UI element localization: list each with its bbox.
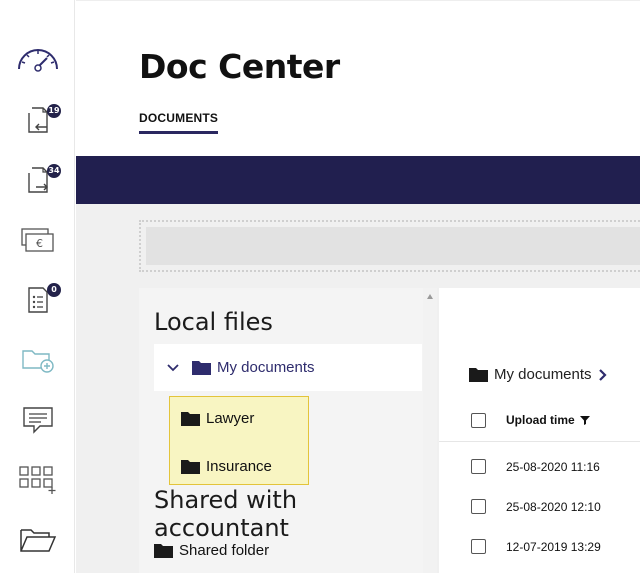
open-folder-icon [19, 529, 56, 552]
sidebar-item-dashboard[interactable] [0, 35, 75, 85]
tree-scrollbar[interactable] [423, 288, 437, 573]
row-checkbox[interactable] [471, 539, 486, 554]
sidebar-item-tasks[interactable]: 0 [0, 275, 75, 325]
sidebar-item-new-folder[interactable] [0, 335, 75, 385]
select-all-checkbox[interactable] [471, 413, 486, 428]
sidebar-item-files[interactable] [0, 515, 75, 565]
page-header: Doc Center DOCUMENTS [76, 0, 640, 156]
column-header-upload-time[interactable]: Upload time [506, 413, 590, 427]
tree-item-shared-folder[interactable]: Shared folder [154, 538, 269, 562]
breadcrumb[interactable]: My documents [469, 366, 608, 383]
upload-time-cell: 12-07-2019 13:29 [506, 540, 601, 554]
upload-time-cell: 25-08-2020 12:10 [506, 500, 601, 514]
dropzone-area [146, 227, 640, 265]
documents-panel: My documents Upload time 25-08-2020 11:1… [439, 288, 640, 573]
tree-item-insurance[interactable]: Insurance [181, 454, 272, 478]
add-grid-icon [18, 466, 55, 494]
row-checkbox[interactable] [471, 499, 486, 514]
folder-icon [192, 361, 211, 375]
folder-tree-panel: Local files My documents Lawyer Insuranc… [139, 288, 423, 573]
tree-item-lawyer[interactable]: Lawyer [181, 406, 254, 430]
breadcrumb-label: My documents [494, 366, 592, 383]
main-content: Local files My documents Lawyer Insuranc… [76, 204, 640, 573]
row-checkbox[interactable] [471, 459, 486, 474]
sidebar-item-incoming[interactable]: 19 [0, 95, 75, 145]
sidebar-item-modules[interactable] [0, 455, 75, 505]
tab-documents[interactable]: DOCUMENTS [139, 111, 219, 134]
message-icon [22, 407, 53, 434]
chevron-right-icon [598, 368, 607, 381]
sidebar: 19 34 € 0 [0, 0, 75, 573]
sidebar-item-outgoing[interactable]: 34 [0, 155, 75, 205]
folder-icon [154, 543, 173, 558]
sidebar-item-invoices[interactable]: € [0, 215, 75, 265]
tree-item-my-documents[interactable]: My documents [154, 344, 422, 391]
tree-item-label: Lawyer [206, 409, 255, 427]
euro-banknotes-icon: € [20, 228, 54, 252]
incoming-count-badge: 19 [47, 104, 61, 118]
tree-item-label: Shared folder [179, 541, 270, 559]
folder-icon [181, 459, 200, 474]
upload-time-cell: 25-08-2020 11:16 [506, 460, 600, 474]
scroll-up-arrow[interactable] [427, 294, 433, 299]
outgoing-count-badge: 34 [47, 164, 61, 178]
column-header-label: Upload time [506, 413, 575, 427]
filter-icon[interactable] [579, 415, 590, 425]
folder-icon [181, 411, 200, 426]
tree-item-label: Insurance [206, 457, 272, 475]
local-files-heading: Local files [154, 308, 273, 336]
chevron-down-icon[interactable] [166, 363, 180, 373]
table-header: Upload time [439, 400, 640, 442]
upload-dropzone[interactable] [139, 220, 640, 272]
add-folder-icon [21, 350, 54, 373]
folder-icon [469, 368, 488, 382]
sidebar-item-messages[interactable] [0, 395, 75, 445]
shared-heading: Shared with accountant [154, 486, 298, 542]
speedometer-icon [17, 49, 58, 72]
page-title: Doc Center [139, 47, 340, 86]
tree-item-label: My documents [217, 359, 315, 376]
svg-text:€: € [36, 237, 43, 250]
tasks-count-badge: 0 [47, 283, 61, 297]
header-band [76, 156, 640, 204]
